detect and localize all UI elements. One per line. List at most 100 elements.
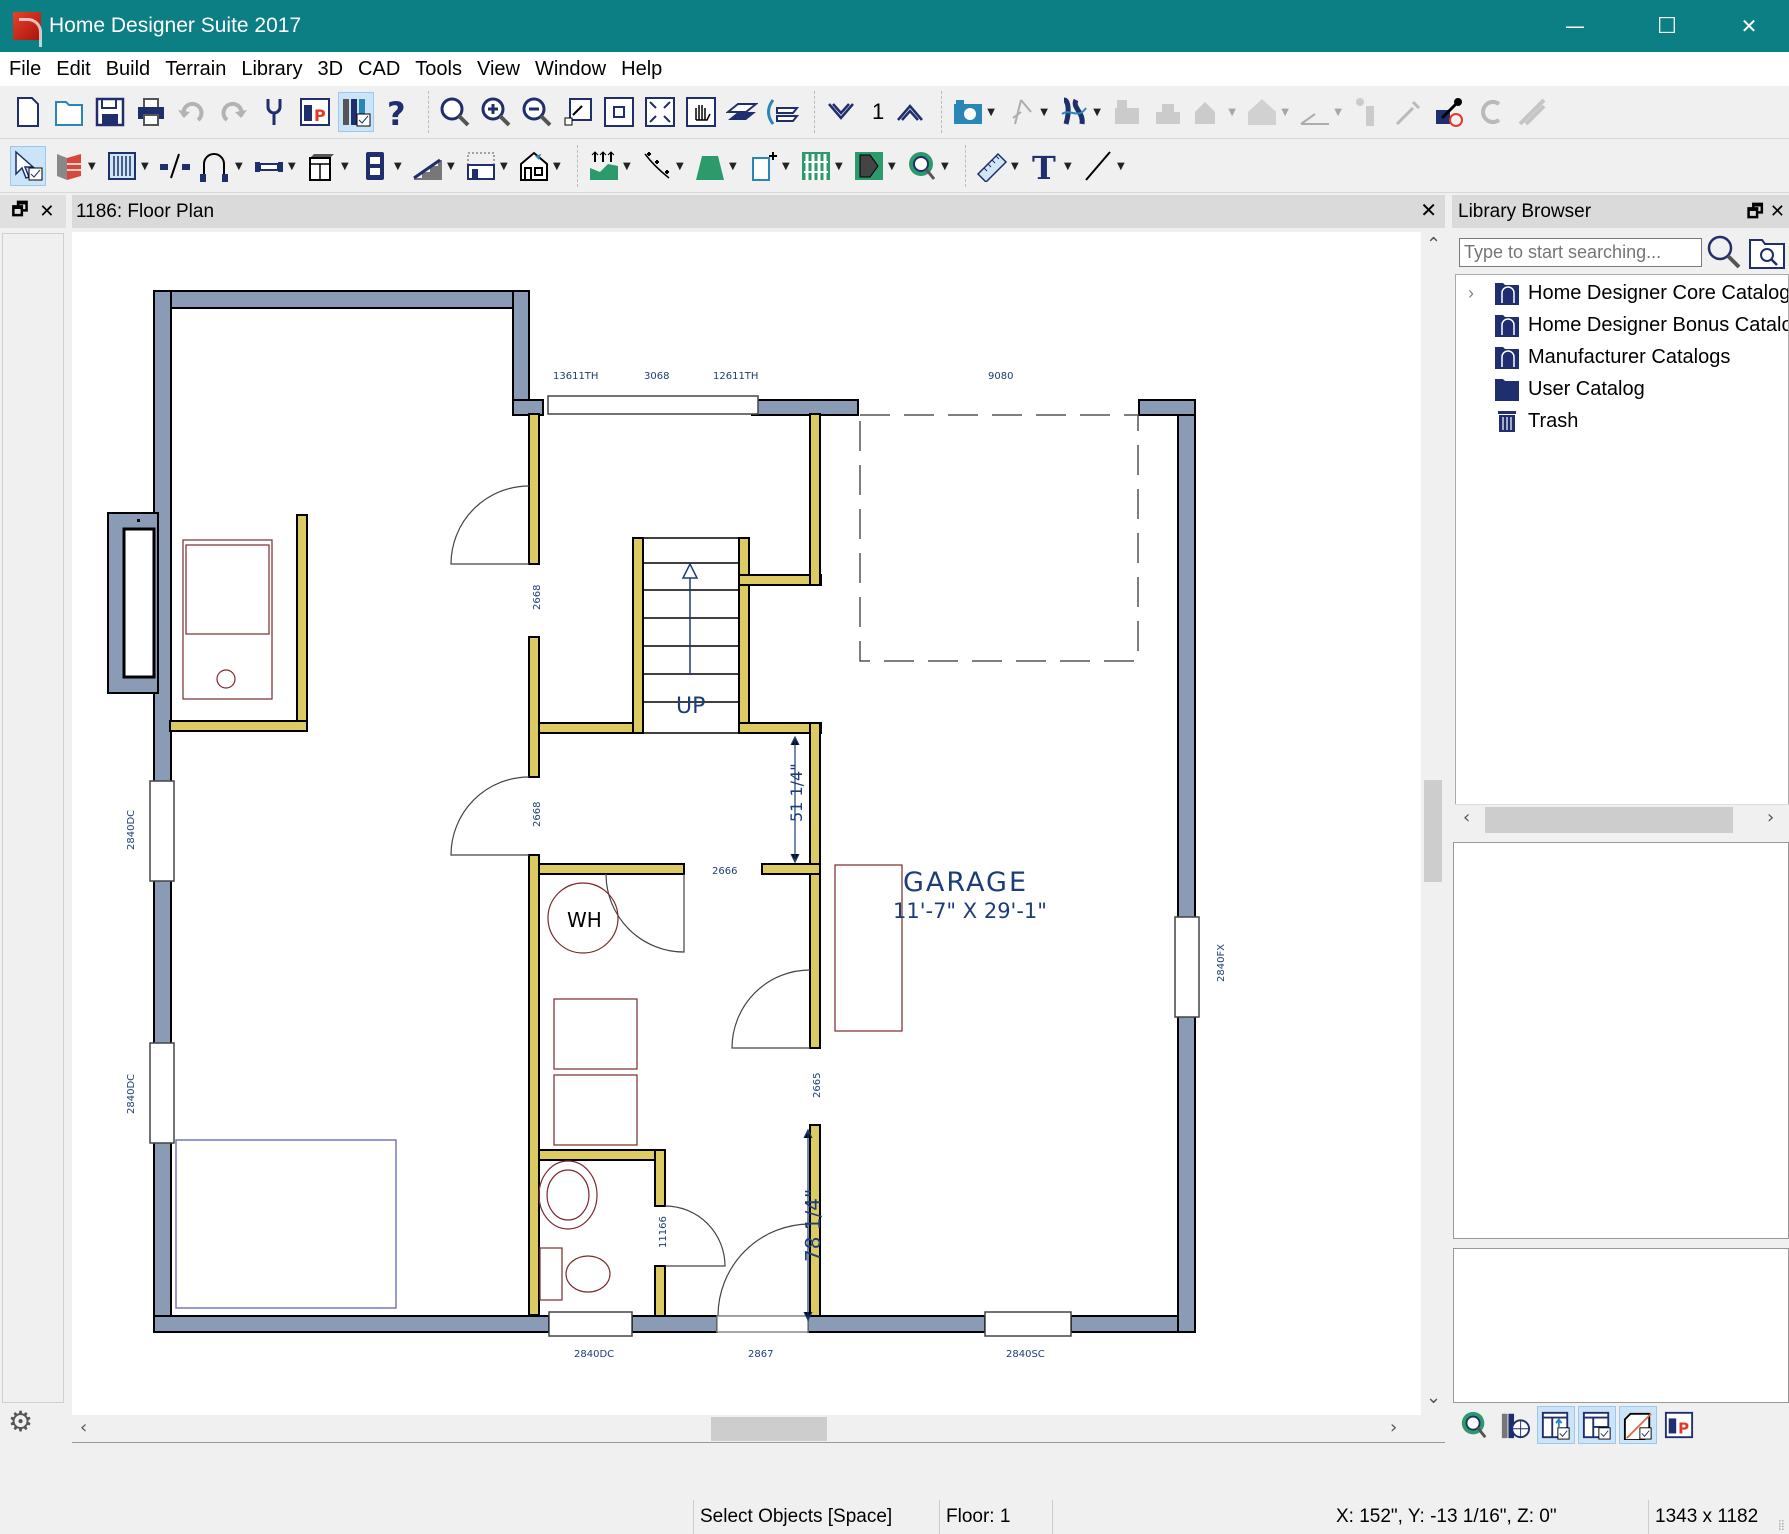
save-button[interactable]	[92, 92, 128, 132]
scroll-left-icon[interactable]: ‹	[1463, 807, 1470, 828]
close-panel-icon[interactable]: ✕	[39, 201, 54, 222]
scroll-right-icon[interactable]: ›	[1767, 807, 1774, 828]
spray-paint-button[interactable]	[1350, 92, 1386, 132]
terrain-button[interactable]	[1297, 92, 1333, 132]
maximize-button[interactable]: ☐	[1627, 0, 1707, 52]
menu-view[interactable]: View	[477, 58, 520, 81]
fence-dropdown[interactable]: ▼	[835, 161, 845, 172]
plot-button[interactable]	[1150, 92, 1186, 132]
minimize-button[interactable]: —	[1535, 0, 1615, 52]
close-button[interactable]: ✕	[1709, 0, 1789, 52]
cross-section-dropdown[interactable]: ▼	[1040, 107, 1050, 118]
walkthrough-dropdown[interactable]: ▼	[1093, 107, 1103, 118]
dimension-button[interactable]	[974, 146, 1010, 186]
zoom-button[interactable]	[437, 92, 473, 132]
close-panel-icon[interactable]: ✕	[1770, 201, 1785, 222]
menu-cad[interactable]: CAD	[358, 58, 400, 81]
roof-dropdown[interactable]: ▼	[1228, 107, 1238, 118]
fill-window-building-button[interactable]	[642, 92, 678, 132]
shapes-button[interactable]	[851, 146, 887, 186]
camera-dropdown[interactable]: ▼	[987, 107, 997, 118]
menu-library[interactable]: Library	[241, 58, 302, 81]
beams-button[interactable]	[251, 146, 287, 186]
library-search-tool-button[interactable]	[1455, 1406, 1493, 1444]
terrain-elevations-button[interactable]	[586, 146, 622, 186]
menu-edit[interactable]: Edit	[56, 58, 90, 81]
menu-help[interactable]: Help	[621, 58, 662, 81]
scroll-right-icon[interactable]: ›	[1390, 1417, 1397, 1438]
menu-build[interactable]: Build	[106, 58, 150, 81]
preferences-button[interactable]	[256, 92, 292, 132]
doors-button[interactable]	[157, 146, 193, 186]
cabinets-dropdown[interactable]: ▼	[341, 161, 351, 172]
terrain-line-dropdown[interactable]: ▼	[676, 161, 686, 172]
house-wizard-button[interactable]	[516, 146, 552, 186]
rooms-button[interactable]	[463, 146, 499, 186]
library-scroll-thumb[interactable]	[1485, 807, 1733, 833]
floor-plan-canvas[interactable]: UP WH GARAGE 11'-7" X 29'-1" 51 1/4" 78 …	[72, 232, 1421, 1415]
cad-line-button[interactable]	[1080, 146, 1116, 186]
plants-dropdown[interactable]: ▼	[941, 161, 951, 172]
plants-button[interactable]	[904, 146, 940, 186]
menu-tools[interactable]: Tools	[415, 58, 462, 81]
windows-button[interactable]	[198, 146, 234, 186]
walls-button[interactable]	[51, 146, 87, 186]
fill-window-button[interactable]	[601, 92, 637, 132]
electrical-button[interactable]	[357, 146, 393, 186]
library-3d-toggle[interactable]	[1619, 1406, 1657, 1444]
redo-button[interactable]	[215, 92, 251, 132]
zoom-in-button[interactable]	[478, 92, 514, 132]
horizontal-scroll-thumb[interactable]	[711, 1417, 827, 1441]
railing-dropdown[interactable]: ▼	[141, 161, 151, 172]
fence-button[interactable]	[798, 146, 834, 186]
railing-button[interactable]	[104, 146, 140, 186]
terrain-dropdown[interactable]: ▼	[1334, 107, 1344, 118]
pan-button[interactable]	[683, 92, 719, 132]
vertical-scroll-thumb[interactable]	[1424, 780, 1442, 882]
menu-window[interactable]: Window	[535, 58, 606, 81]
shapes-dropdown[interactable]: ▼	[888, 161, 898, 172]
walkthrough-button[interactable]	[1056, 92, 1092, 132]
restore-panel-icon[interactable]: 🗗	[1747, 201, 1764, 222]
regenerate-button[interactable]	[1473, 92, 1509, 132]
cross-section-button[interactable]	[1003, 92, 1039, 132]
delete-objects-button[interactable]	[1514, 92, 1550, 132]
walls-dropdown[interactable]: ▼	[88, 161, 98, 172]
new-plan-button[interactable]	[10, 92, 46, 132]
cad-box-button[interactable]	[745, 146, 781, 186]
library-item[interactable]: Trash	[1456, 405, 1788, 437]
library-defaults-button[interactable]: P	[1660, 1406, 1698, 1444]
scroll-down-icon[interactable]: ⌄	[1426, 1387, 1441, 1408]
library-item[interactable]: User Catalog	[1456, 373, 1788, 405]
restore-panel-icon[interactable]: 🗗	[12, 197, 29, 227]
up-one-floor-button[interactable]	[892, 92, 928, 132]
beams-dropdown[interactable]: ▼	[288, 161, 298, 172]
menu-terrain[interactable]: Terrain	[165, 58, 226, 81]
material-painter-button[interactable]	[1432, 92, 1468, 132]
vertical-scrollbar[interactable]: ⌃ ⌄	[1421, 232, 1445, 1415]
horizontal-scrollbar[interactable]: ‹ ›	[72, 1415, 1445, 1443]
scroll-left-icon[interactable]: ‹	[80, 1417, 87, 1438]
menu-3d[interactable]: 3D	[317, 58, 343, 81]
menu-file[interactable]: File	[9, 58, 41, 81]
scroll-up-icon[interactable]: ⌃	[1426, 234, 1441, 255]
library-search-folder-button[interactable]	[1748, 236, 1786, 270]
gear-icon[interactable]: ⚙	[8, 1405, 33, 1438]
save-camera-button[interactable]	[1109, 92, 1145, 132]
text-dropdown[interactable]: ▼	[1064, 161, 1074, 172]
house-dropdown[interactable]: ▼	[1281, 107, 1291, 118]
stairs-button[interactable]	[410, 146, 446, 186]
add-to-library-toggle[interactable]	[1537, 1406, 1575, 1444]
undo-button[interactable]	[174, 92, 210, 132]
terrain-feature-dropdown[interactable]: ▼	[729, 161, 739, 172]
terrain-feature-button[interactable]	[692, 146, 728, 186]
text-button[interactable]: T	[1027, 146, 1063, 186]
display-options-button[interactable]	[338, 92, 374, 132]
resize-grip-icon[interactable]: ⣿	[1778, 1520, 1785, 1531]
roof-button[interactable]	[1191, 92, 1227, 132]
terrain-line-button[interactable]	[639, 146, 675, 186]
rooms-dropdown[interactable]: ▼	[500, 161, 510, 172]
help-button[interactable]: ?	[379, 92, 415, 132]
house-wizard-dropdown[interactable]: ▼	[553, 161, 563, 172]
library-preview-toggle[interactable]	[1578, 1406, 1616, 1444]
